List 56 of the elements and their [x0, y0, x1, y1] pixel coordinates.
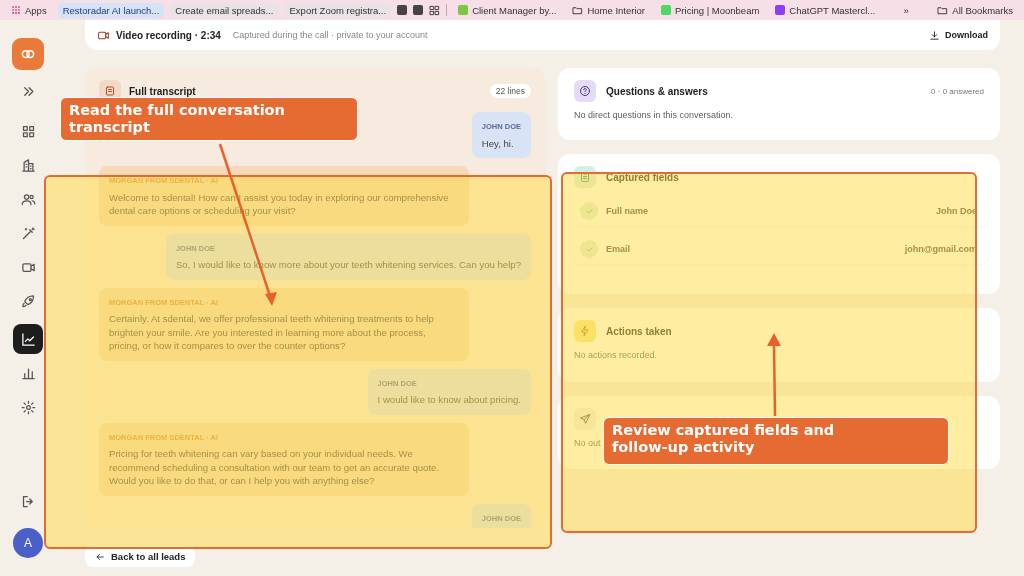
question-mark-icon: [579, 85, 591, 97]
bookmark-link[interactable]: Create email spreads...: [170, 2, 279, 18]
clipboard-drawing: [579, 171, 591, 183]
transcript-title: Full transcript: [129, 85, 196, 97]
bookmark-icon[interactable]: [397, 5, 408, 15]
sidebar-item[interactable]: [13, 324, 43, 354]
bookmark-folder[interactable]: All Bookmarks: [932, 2, 1018, 18]
settings-icon: [20, 399, 36, 415]
empty-message: No direct questions in this conversation.: [574, 110, 734, 120]
bookmark-link[interactable]: Client Manager by...: [453, 2, 562, 18]
field-label: Email: [606, 244, 630, 254]
grid-icon: [20, 123, 36, 139]
buildings-icon: [20, 157, 36, 173]
folder-icon: [937, 4, 949, 16]
download-icon: [929, 29, 940, 41]
users-icon: [20, 191, 36, 207]
callout-label: Review captured fields and follow-up activity: [603, 417, 949, 465]
bolt-icon: [579, 325, 591, 337]
callout-label: Read the full conversation transcript: [60, 97, 358, 141]
rocket-icon: [20, 293, 36, 309]
bar-chart-icon: [20, 365, 36, 381]
empty-message: No out: [574, 438, 601, 448]
card-title: Actions taken: [606, 325, 672, 337]
download-button[interactable]: Download: [929, 29, 988, 41]
bookmark-icon[interactable]: [413, 5, 424, 15]
empty-message: No actions recorded.: [574, 350, 658, 360]
card-title: Questions & answers: [606, 85, 708, 97]
message-text: Hey, hi.: [481, 137, 514, 149]
folder-icon: [572, 4, 584, 16]
document-icon: [104, 85, 116, 97]
arrow-left-icon: [95, 551, 105, 562]
answered-count: 0 · 0 answered: [931, 86, 984, 96]
back-link[interactable]: Back to all leads: [85, 546, 196, 567]
bookmark-link[interactable]: ChatGPT Mastercl...: [770, 2, 881, 18]
wand-icon: [20, 225, 36, 241]
message-text: Certainly. At sdental, we offer professional teeth whitening treatments to help brighten your smile. Are you interested in learning more about the process, pricing, or how it compares to over the counter options?: [109, 313, 434, 351]
app-logo[interactable]: [12, 38, 44, 70]
paper-plane-icon: [579, 413, 591, 425]
more-bookmarks-button[interactable]: »: [898, 2, 914, 18]
line-count: 22 lines: [489, 84, 531, 98]
recording-note: Captured during the call · private to your account: [232, 30, 428, 40]
bookmark-link[interactable]: Export Zoom registra...: [284, 2, 392, 18]
chart-line-icon: [20, 331, 36, 347]
bookmark-folder[interactable]: Home Interior: [567, 2, 650, 18]
bookmark-link[interactable]: Restoradar AI launch...: [57, 2, 165, 18]
grid-icon: [429, 4, 441, 16]
field-label: Full name: [606, 206, 648, 216]
logout-icon: [20, 493, 36, 509]
apps-icon: [11, 5, 21, 15]
recording-title: Video recording · 2:34: [116, 29, 221, 41]
tick-icon: [584, 206, 594, 216]
apps-link[interactable]: Apps: [6, 2, 52, 18]
user-avatar[interactable]: A: [13, 528, 43, 558]
tick-icon: [584, 244, 594, 254]
bookmark-link[interactable]: Pricing | Moonbeam: [656, 2, 765, 18]
field-value: john@gmail.com: [904, 244, 977, 254]
